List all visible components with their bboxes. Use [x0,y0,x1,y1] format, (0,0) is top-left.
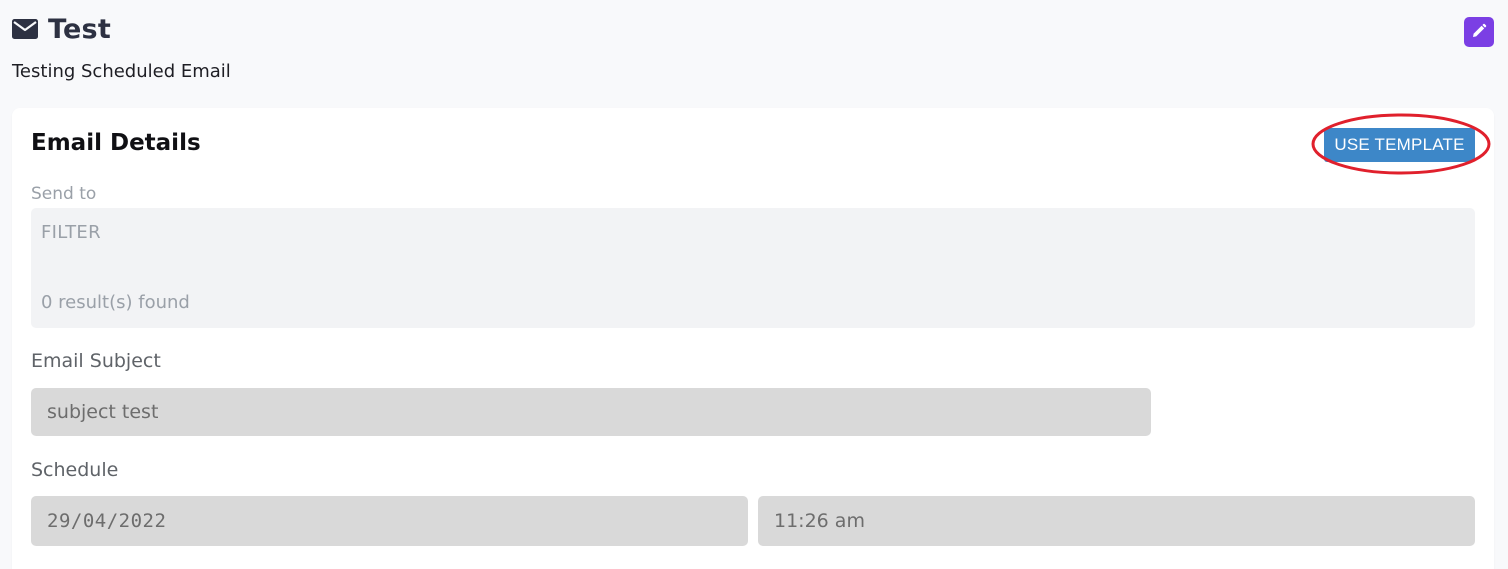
filter-label[interactable]: FILTER [41,222,101,243]
send-to-field[interactable]: FILTER 0 result(s) found [31,208,1475,328]
page-header: Test [12,10,1494,48]
page: Test Testing Scheduled Email Email Detai… [0,0,1508,569]
schedule-time-input[interactable] [758,496,1475,546]
mail-icon [12,19,38,39]
email-subject-label: Email Subject [31,350,161,372]
results-count: 0 result(s) found [41,292,190,313]
page-title: Test [48,13,111,45]
send-to-label: Send to [31,184,97,204]
card-title: Email Details [31,130,201,156]
email-details-card: Email Details USE TEMPLATE Send to FILTE… [12,108,1494,569]
schedule-date-input[interactable] [31,496,748,546]
email-subject-input[interactable] [31,388,1151,436]
title-group: Test [12,14,111,45]
page-description: Testing Scheduled Email [12,61,231,82]
use-template-button[interactable]: USE TEMPLATE [1324,128,1475,162]
pencil-icon [1471,23,1487,42]
schedule-label: Schedule [31,459,119,481]
edit-button[interactable] [1464,17,1494,47]
